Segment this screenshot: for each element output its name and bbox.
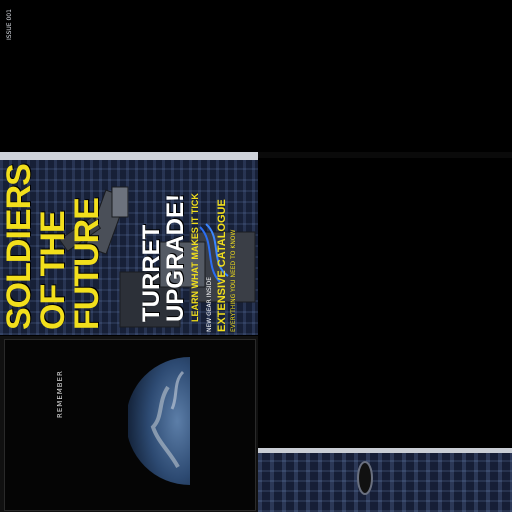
cover-blurb-tail: EVERYTHING YOU NEED TO KNOW [230,229,237,332]
bottom-right-strip [258,448,512,512]
cover-issue-line: ISSUE 001 [6,9,13,40]
cover-headline: TURRET UPGRADE! [138,193,189,322]
strip-turret-fragment [357,461,373,495]
cover-title-line-3: FUTURE [68,198,106,330]
poster-vertical-text: REMEMBER [56,370,64,418]
texture-atlas: ISSUE 001 SOLDIERS OF THE FUTURE TURRET … [0,0,512,512]
cover-title: SOLDIERS OF THE FUTURE [0,150,106,330]
cover-title-line-2: OF THE [34,211,72,330]
earth-image [128,357,190,485]
cover-headline-sub: LEARN WHAT MAKES IT TICK [190,193,200,322]
bottom-right-strip-bar [258,448,512,453]
cover-title-line-1: SOLDIERS [0,164,38,330]
cover-blurb-small: NEW GEAR INSIDE [206,277,213,332]
cover-blurb-big: EXTENSIVE CATALOGUE [216,199,228,332]
cover-headline-line-1: TURRET [138,224,165,322]
cover-headline-line-2: UPGRADE! [162,193,189,322]
top-right-strip [258,152,512,158]
